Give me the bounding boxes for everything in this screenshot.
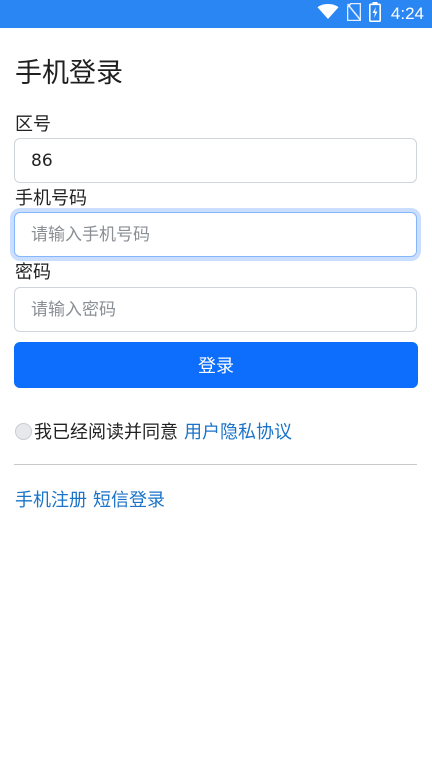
no-sim-icon: [346, 2, 362, 25]
agree-radio[interactable]: [15, 422, 32, 440]
phone-register-link[interactable]: 手机注册: [15, 486, 87, 512]
privacy-policy-link[interactable]: 用户隐私协议: [184, 418, 292, 444]
area-code-label: 区号: [15, 114, 51, 135]
agreement-text: 我已经阅读并同意: [34, 422, 178, 443]
status-time: 4:24: [390, 4, 424, 23]
status-icons: 4:24: [317, 0, 424, 28]
status-bar: 4:24: [0, 0, 432, 28]
agreement-row: 我已经阅读并同意 用户隐私协议: [15, 418, 292, 444]
password-label: 密码: [15, 262, 51, 283]
phone-label: 手机号码: [15, 188, 87, 209]
page-title: 手机登录: [15, 58, 123, 89]
footer-links: 手机注册 短信登录: [15, 486, 165, 512]
area-code-input[interactable]: [14, 138, 417, 183]
password-input[interactable]: [14, 287, 417, 332]
sms-login-link[interactable]: 短信登录: [93, 486, 165, 512]
phone-input[interactable]: [14, 212, 417, 257]
wifi-icon: [317, 4, 339, 24]
login-button[interactable]: 登录: [14, 342, 418, 388]
divider: [14, 464, 417, 465]
battery-charging-icon: [368, 2, 381, 26]
